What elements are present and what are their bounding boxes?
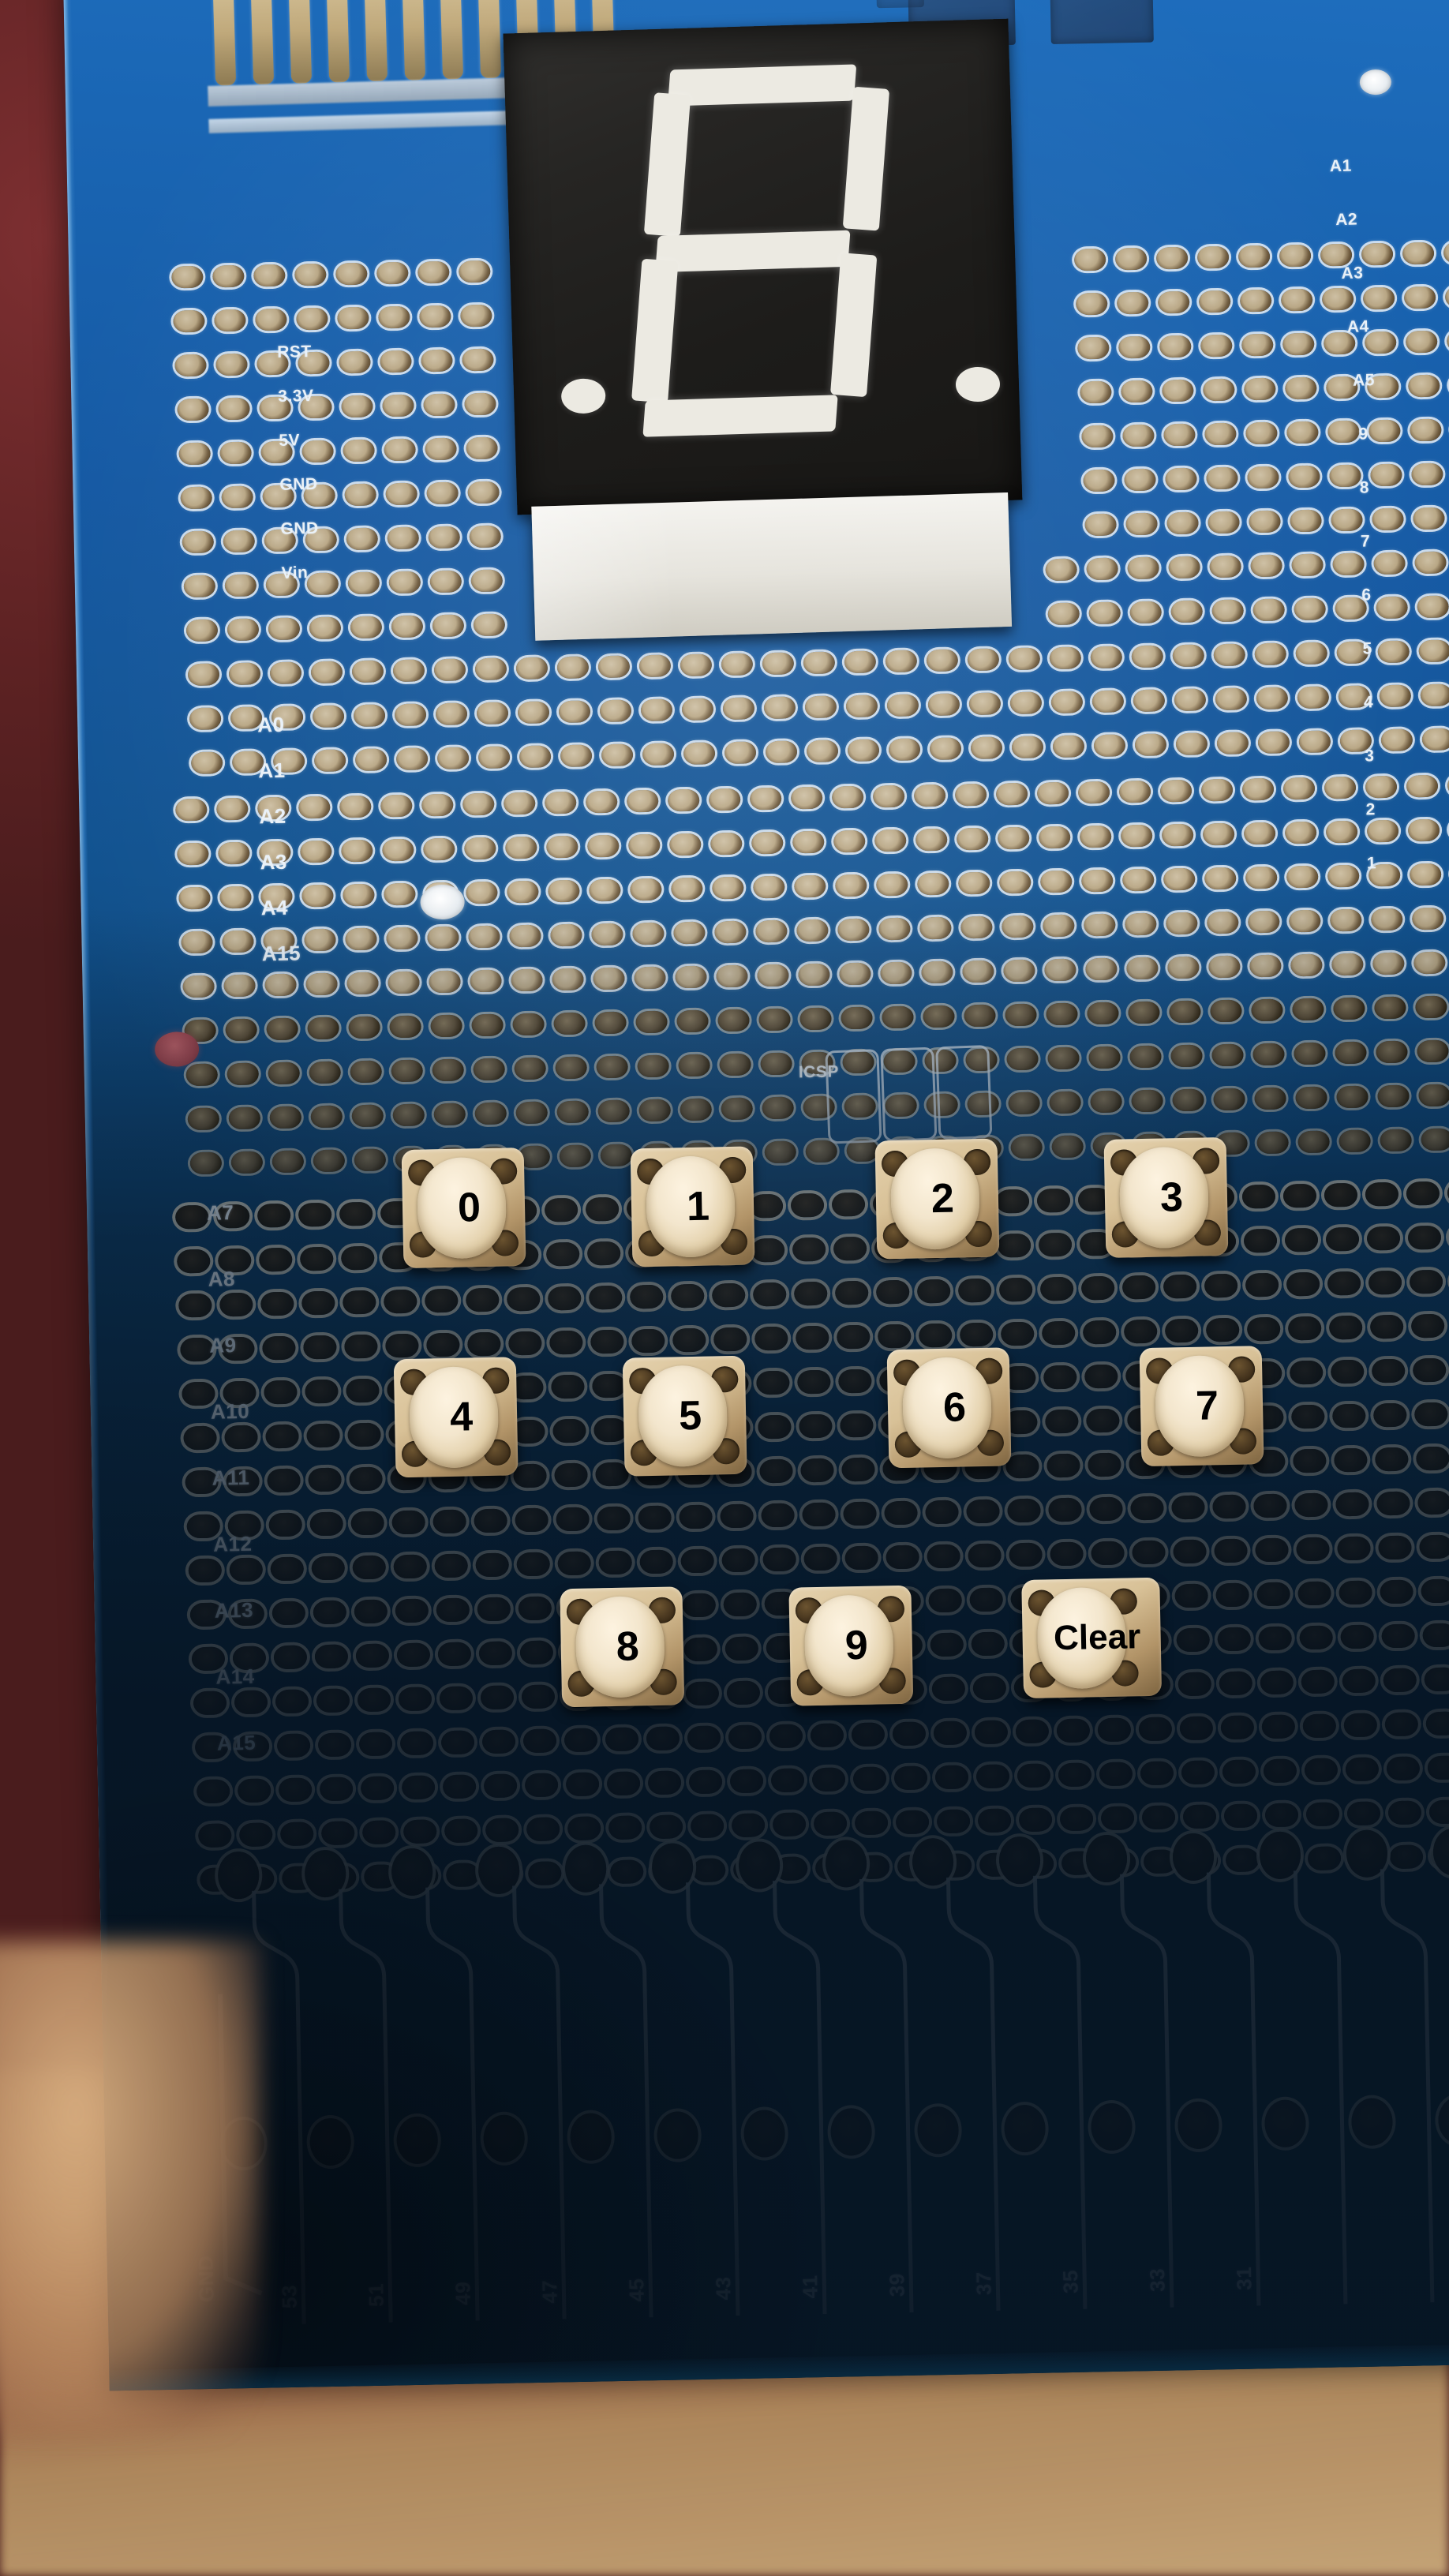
button-label: 0 <box>457 1185 481 1231</box>
key-1[interactable]: 1 <box>630 1146 755 1267</box>
key-0[interactable]: 0 <box>401 1148 526 1269</box>
button-label: 1 <box>686 1183 710 1230</box>
display-package-body <box>531 492 1013 641</box>
key-5[interactable]: 5 <box>622 1355 747 1477</box>
button-label: 3 <box>1159 1174 1184 1221</box>
seven-segment-display <box>503 18 1026 641</box>
key-3[interactable]: 3 <box>1103 1136 1229 1258</box>
key-9[interactable]: 9 <box>788 1585 914 1706</box>
button-label: 8 <box>616 1623 640 1670</box>
decimal-point-left <box>560 378 606 414</box>
segment-f <box>643 92 691 238</box>
segment-c <box>829 253 878 398</box>
key-2[interactable]: 2 <box>874 1138 1000 1260</box>
key-8[interactable]: 8 <box>560 1586 685 1708</box>
photo-canvas: RST3.3V5VGNDGNDVinA0A1A2A3A4A15A7A8A9A10… <box>0 0 1449 2576</box>
key-6[interactable]: 6 <box>886 1347 1012 1469</box>
segment-e <box>631 258 679 403</box>
key-clear[interactable]: Clear <box>1021 1577 1163 1699</box>
segment-b <box>842 86 890 231</box>
segment-d <box>642 395 838 437</box>
segment-g <box>655 230 851 273</box>
button-label: 6 <box>942 1384 967 1431</box>
segment-a <box>667 64 857 107</box>
button-label: 2 <box>930 1175 955 1222</box>
display-face <box>503 18 1023 515</box>
prototype-shield-pcb: RST3.3V5VGNDGNDVinA0A1A2A3A4A15A7A8A9A10… <box>63 0 1449 2391</box>
finger-in-frame <box>0 1941 260 2431</box>
button-label: 9 <box>844 1622 869 1669</box>
button-label: Clear <box>1053 1617 1141 1658</box>
key-4[interactable]: 4 <box>393 1357 519 1478</box>
button-label: 4 <box>449 1394 474 1440</box>
decimal-point-right <box>955 366 1001 402</box>
button-label: 5 <box>678 1392 702 1440</box>
key-7[interactable]: 7 <box>1139 1346 1264 1467</box>
button-label: 7 <box>1195 1383 1219 1429</box>
